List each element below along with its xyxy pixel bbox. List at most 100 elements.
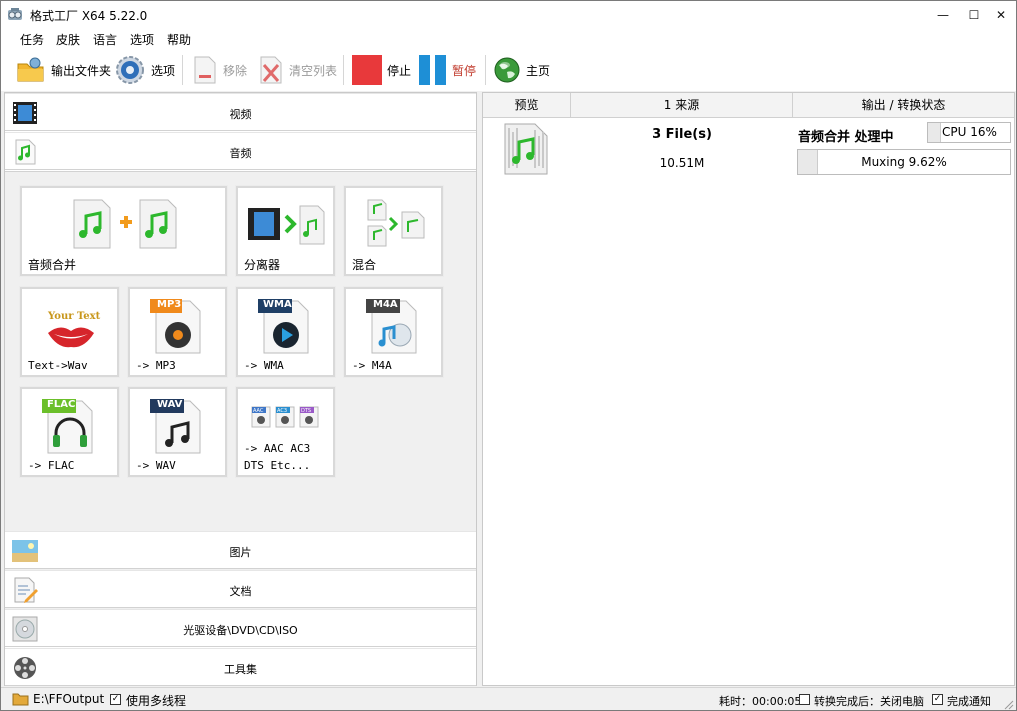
cpu-usage-box: CPU 16% <box>927 122 1011 143</box>
aac-badge: AAC <box>253 408 264 414</box>
tile-flac[interactable]: FLAC -> FLAC <box>19 386 120 478</box>
multithread-checkbox[interactable]: ✓ <box>110 694 121 705</box>
stop-icon <box>352 55 382 85</box>
category-document-label: 文档 <box>229 585 252 598</box>
splitter-icon <box>248 205 325 245</box>
toolbar-separator <box>485 55 486 85</box>
status-bar: E:\FFOutput ✓ 使用多线程 耗时：00:00:05 转换完成后：关闭… <box>1 687 1016 710</box>
close-button[interactable]: ✕ <box>986 1 1016 29</box>
menu-task[interactable]: 任务 <box>20 31 44 48</box>
task-file-size: 10.51M <box>659 156 705 170</box>
close-icon: ✕ <box>995 8 1007 22</box>
tile-audio-join-label: 音频合并 <box>28 258 77 272</box>
multithread-label: 使用多线程 <box>126 694 187 708</box>
task-row[interactable]: 3 File(s) 10.51M 音频合并 处理中 CPU 16% Muxing… <box>483 119 1014 179</box>
globe-icon <box>494 57 520 83</box>
tile-wma-label: -> WMA <box>244 359 284 372</box>
audio-file-preview-icon <box>504 123 548 175</box>
mix-icon <box>367 199 425 247</box>
menu-options[interactable]: 选项 <box>130 31 154 48</box>
window-title: 格式工厂 X64 5.22.0 <box>30 9 148 23</box>
maximize-button[interactable]: ☐ <box>959 1 989 29</box>
progress-text: Muxing 9.62% <box>861 155 947 169</box>
clear-list-label: 清空列表 <box>289 63 338 78</box>
remove-button[interactable]: 移除 <box>192 53 247 87</box>
task-progress-bar: Muxing 9.62% <box>797 149 1011 175</box>
task-status-text: 音频合并 处理中 <box>798 130 894 145</box>
category-disc-label: 光驱设备\DVD\CD\ISO <box>183 624 298 637</box>
options-label: 选项 <box>151 63 176 78</box>
mp3-badge: MP3 <box>157 299 182 310</box>
clear-list-icon <box>260 56 282 84</box>
tile-wav-label: -> WAV <box>136 459 176 472</box>
ac3-badge: AC3 <box>277 408 288 414</box>
tile-text-to-wav-label: Text->Wav <box>28 359 88 372</box>
minimize-icon: — <box>937 8 949 22</box>
pause-label: 暂停 <box>452 63 477 78</box>
remove-label: 移除 <box>223 63 248 78</box>
toolbar: 输出文件夹 选项 移除 清空列表 停止 暂停 主页 <box>1 49 1016 91</box>
options-icon <box>116 56 144 84</box>
elapsed-time: 耗时：00:00:05 <box>719 695 802 708</box>
tile-aac-line2: DTS Etc... <box>244 459 311 472</box>
resize-grip-icon[interactable] <box>1004 700 1014 710</box>
output-folder-label: 输出文件夹 <box>51 63 112 78</box>
notify-checkbox[interactable]: ✓ <box>932 694 943 705</box>
column-output-status[interactable]: 输出 / 转换状态 <box>793 93 1014 118</box>
tile-mp3-label: -> MP3 <box>136 359 176 372</box>
after-done-checkbox[interactable] <box>799 694 810 705</box>
home-button[interactable]: 主页 <box>493 53 550 87</box>
dts-badge: DTS <box>301 408 312 414</box>
category-audio[interactable]: 音频 <box>5 132 476 170</box>
task-table-header: 预览 1 来源 输出 / 转换状态 <box>483 93 1014 118</box>
tile-wav[interactable]: WAV -> WAV <box>127 386 228 478</box>
tile-m4a-label: -> M4A <box>352 359 392 372</box>
category-disc[interactable]: 光驱设备\DVD\CD\ISO <box>5 609 476 647</box>
tile-splitter[interactable]: 分离器 <box>235 185 336 277</box>
category-panel: 视频 音频 音频合并 分离器 混合 Your Text Text->Wav MP… <box>4 92 477 686</box>
category-video[interactable]: 视频 <box>5 93 476 131</box>
category-picture[interactable]: 图片 <box>5 531 476 569</box>
menu-language[interactable]: 语言 <box>93 31 117 48</box>
tile-m4a[interactable]: M4A -> M4A <box>343 286 444 378</box>
stop-button[interactable]: 停止 <box>352 53 411 87</box>
pause-button[interactable]: 暂停 <box>419 53 476 87</box>
task-list-panel: 预览 1 来源 输出 / 转换状态 3 File(s) 10.51M 音频合并 … <box>482 92 1015 686</box>
app-window: 格式工厂 X64 5.22.0 — ☐ ✕ 任务 皮肤 语言 选项 帮助 输出文… <box>0 0 1017 711</box>
tile-audio-join[interactable]: 音频合并 <box>19 185 228 277</box>
output-path[interactable]: E:\FFOutput <box>33 692 104 706</box>
audio-join-icon <box>73 199 177 249</box>
title-bar: 格式工厂 X64 5.22.0 — ☐ ✕ <box>1 1 1016 29</box>
tile-flac-label: -> FLAC <box>28 459 75 472</box>
remove-icon <box>194 56 216 84</box>
tile-wma[interactable]: WMA -> WMA <box>235 286 336 378</box>
m4a-badge: M4A <box>373 299 398 310</box>
notify-label: 完成通知 <box>947 695 991 708</box>
menu-help[interactable]: 帮助 <box>167 31 191 48</box>
tile-text-to-wav[interactable]: Your Text Text->Wav <box>19 286 120 378</box>
pause-icon <box>419 55 446 85</box>
tile-splitter-label: 分离器 <box>244 258 281 272</box>
app-logo-icon <box>8 8 22 20</box>
category-tools[interactable]: 工具集 <box>5 648 476 686</box>
maximize-icon: ☐ <box>968 8 980 22</box>
tile-aac-ac3-dts[interactable]: AAC AC3 DTS -> AAC AC3 DTS Etc... <box>235 386 336 478</box>
toolbar-separator <box>182 55 183 85</box>
clear-list-button[interactable]: 清空列表 <box>258 53 337 87</box>
category-document[interactable]: 文档 <box>5 570 476 608</box>
cpu-usage-text: CPU 16% <box>942 125 997 139</box>
column-source[interactable]: 1 来源 <box>571 93 793 118</box>
cpu-bar-fill <box>928 123 941 142</box>
flac-badge: FLAC <box>47 399 76 410</box>
column-preview[interactable]: 预览 <box>483 93 571 118</box>
output-folder-button[interactable]: 输出文件夹 <box>16 53 111 87</box>
tile-mp3[interactable]: MP3 -> MP3 <box>127 286 228 378</box>
task-files-count: 3 File(s) <box>652 127 712 142</box>
menu-skin[interactable]: 皮肤 <box>56 31 80 48</box>
toolbar-separator <box>343 55 344 85</box>
tile-mix[interactable]: 混合 <box>343 185 444 277</box>
wma-badge: WMA <box>263 299 292 310</box>
options-button[interactable]: 选项 <box>114 53 175 87</box>
minimize-button[interactable]: — <box>928 1 958 29</box>
menu-bar: 任务 皮肤 语言 选项 帮助 <box>1 29 1016 49</box>
